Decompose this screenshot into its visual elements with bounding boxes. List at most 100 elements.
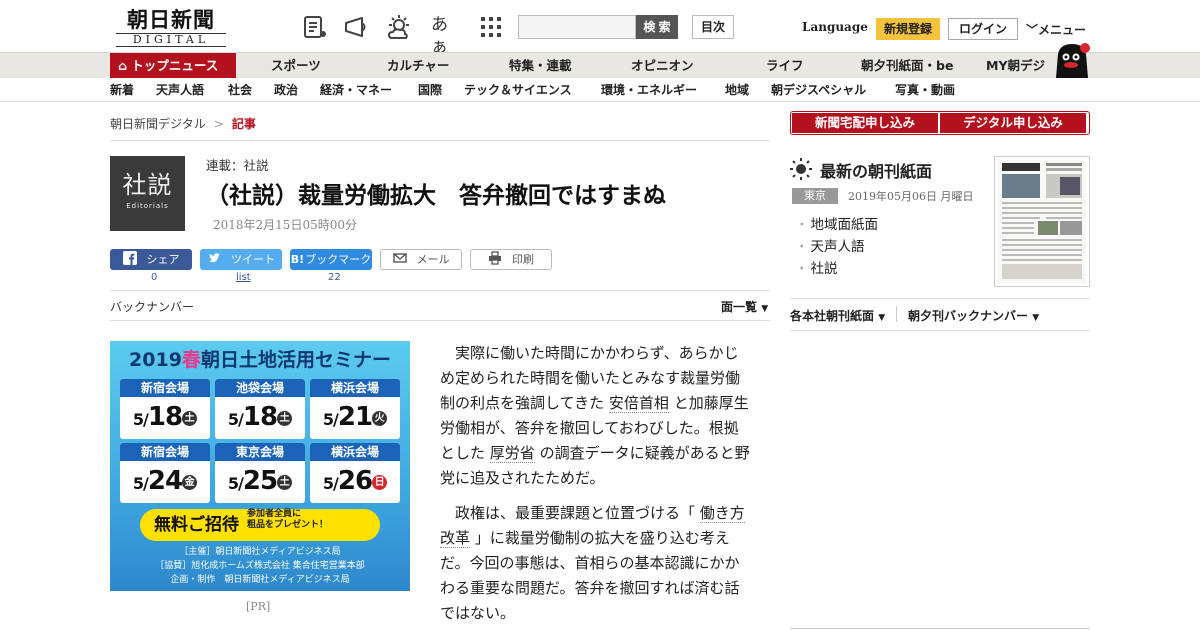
ad-venue-tile: 東京会場 5/25 土 (215, 443, 305, 503)
contents-button[interactable]: 目次 (692, 15, 734, 39)
venue-month: 5 (132, 474, 144, 493)
venue-month: 5 (132, 410, 144, 429)
nav-features[interactable]: 特集・連載 (509, 53, 572, 78)
nav-papers[interactable]: 朝夕刊紙面・be (861, 53, 953, 78)
venue-date: 5/26 日 (310, 461, 400, 503)
hatena-bookmark-button[interactable]: B!ブックマーク (290, 249, 372, 270)
breadcrumb-home[interactable]: 朝日新聞デジタル (110, 117, 206, 131)
nav-society[interactable]: 社会 (228, 78, 252, 102)
venue-date: 5/25 土 (215, 461, 305, 503)
twitter-tweet-button[interactable]: ツイート (200, 249, 282, 270)
venue-weekday: 土 (277, 411, 293, 426)
nav-tech-science[interactable]: テック＆サイエンス (464, 78, 572, 102)
series-label[interactable]: 連載：社説 (206, 155, 269, 174)
nav-special[interactable]: 朝デジスペシャル (771, 78, 866, 102)
nav-my-asadigi[interactable]: MY朝デジ (986, 53, 1045, 78)
article-body: 実際に働いた時間にかかわらず、あらかじめ定められた時間を働いたとみなす裁量労働制… (440, 341, 750, 630)
ad-year: 2019 (129, 349, 182, 371)
twitter-icon (208, 253, 220, 263)
nav-environment[interactable]: 環境・エネルギー (601, 78, 697, 102)
ad-producer: 企画・制作 朝日新聞社メディアビジネス局 (170, 575, 350, 585)
nav-sports[interactable]: スポーツ (271, 53, 321, 78)
menu-button[interactable]: ﹀メニュー (1026, 21, 1086, 38)
chevron-down-icon: ﹀ (1026, 23, 1039, 37)
nav-life[interactable]: ライフ (766, 53, 804, 78)
keyword-link-mhlw[interactable]: 厚労省 (489, 444, 535, 463)
primary-nav: ⌂ トップニュース スポーツ カルチャー 特集・連載 オピニオン ライフ 朝夕刊… (0, 52, 1200, 78)
ad-free-invite: 無料ご招待参加者全員に 粗品をプレゼント！ (140, 509, 380, 541)
mail-button[interactable]: メール (380, 249, 462, 270)
edition-badge: 東京 (792, 188, 838, 204)
mascot-icon (1056, 43, 1090, 78)
caret-down-icon: ▼ (1032, 313, 1040, 323)
twitter-list-link[interactable]: list (236, 272, 251, 283)
venue-day: 24 (147, 466, 183, 496)
weather-icon[interactable] (386, 14, 412, 40)
venue-name: 池袋会場 (215, 379, 305, 397)
divider (110, 140, 770, 141)
divider (790, 298, 1090, 299)
nav-top-news[interactable]: ⌂ トップニュース (110, 53, 236, 78)
nav-latest[interactable]: 新着 (110, 78, 134, 102)
subscribe-digital-button[interactable]: デジタル申し込み (940, 113, 1086, 133)
search-button[interactable]: 検 索 (636, 15, 678, 39)
venue-date: 5/18 土 (120, 397, 210, 439)
subscribe-paper-button[interactable]: 新聞宅配申し込み (792, 113, 938, 133)
newspaper-icon[interactable] (302, 14, 328, 40)
login-button[interactable]: ログイン (948, 18, 1018, 40)
megaphone-icon[interactable] (343, 14, 369, 40)
font-size-icon[interactable]: あぁ (431, 14, 461, 57)
venue-day: 18 (242, 402, 278, 432)
grid-menu-icon[interactable] (478, 14, 504, 40)
nav-tenseijingo[interactable]: 天声人語 (156, 78, 204, 102)
venue-name: 東京会場 (215, 443, 305, 461)
print-button[interactable]: 印刷 (470, 249, 552, 270)
divider (790, 330, 1090, 331)
sidebar-link-region[interactable]: 地域面紙面 (795, 213, 879, 233)
keyword-link-abe[interactable]: 安倍首相 (608, 394, 669, 413)
ad-venue-tile: 横浜会場 5/21 火 (310, 379, 400, 439)
sidebar-link-editorial[interactable]: 社説 (795, 257, 838, 277)
latest-paper-heading[interactable]: 最新の朝刊紙面 (820, 158, 932, 182)
ad-venue-tile: 新宿会場 5/18 土 (120, 379, 210, 439)
ad-venue-tile: 新宿会場 5/24 金 (120, 443, 210, 503)
paper-thumbnail[interactable] (994, 156, 1090, 287)
share-label: シェア (146, 253, 180, 266)
ad-free-label: 無料ご招待 (154, 515, 239, 535)
ad-season: 春 (181, 349, 201, 371)
language-link[interactable]: Language (802, 20, 868, 34)
printer-icon (489, 251, 501, 265)
hatena-count: 22 (328, 272, 341, 283)
divider (110, 320, 770, 321)
paper-backnumber-dropdown[interactable]: 朝夕刊バックナンバー ▼ (908, 307, 1039, 324)
nav-international[interactable]: 国際 (418, 78, 442, 102)
text: 政権は、最重要課題と位置づける「 (455, 504, 696, 522)
nav-opinion[interactable]: オピニオン (631, 53, 694, 78)
search-input[interactable] (518, 15, 636, 39)
pr-label: [PR] (246, 600, 271, 613)
breadcrumb-current: 記事 (231, 117, 256, 131)
seminar-ad-banner[interactable]: 2019春朝日土地活用セミナー 新宿会場 5/18 土池袋会場 5/18 土横浜会場 5/… (110, 341, 410, 591)
article-paragraph: 実際に働いた時間にかかわらず、あらかじめ定められた時間を働いたとみなす裁量労働制… (440, 341, 750, 491)
article-title: （社説）裁量労働拡大 答弁撤回ではすまぬ (206, 183, 666, 209)
article-date: 2018年2月15日05時00分 (213, 218, 357, 232)
nav-photo-video[interactable]: 写真・動画 (895, 78, 955, 102)
signup-button[interactable]: 新規登録 (876, 18, 940, 40)
caret-down-icon: ▼ (761, 304, 769, 314)
nav-region[interactable]: 地域 (725, 78, 749, 102)
divider (790, 628, 1090, 629)
editorial-thumbnail[interactable]: 社説 Editorials (110, 156, 185, 231)
nav-economy[interactable]: 経済・マネー (320, 78, 392, 102)
sidebar-link-tenseijingo[interactable]: 天声人語 (795, 235, 865, 255)
asahi-digital-logo[interactable]: 朝日新聞 DIGITAL (112, 8, 230, 48)
backnumber-label[interactable]: バックナンバー (110, 298, 194, 315)
breadcrumb: 朝日新聞デジタル > 記事 (110, 115, 256, 132)
facebook-share-button[interactable]: シェア (110, 249, 192, 270)
facebook-count: 0 (151, 272, 158, 283)
subscribe-buttons: 新聞宅配申し込み デジタル申し込み (790, 111, 1090, 135)
ad-free-sub2: 粗品をプレゼント！ (247, 520, 329, 530)
nav-culture[interactable]: カルチャー (387, 53, 449, 78)
regional-papers-dropdown[interactable]: 各本社朝刊紙面 ▼ (790, 307, 885, 324)
nav-politics[interactable]: 政治 (274, 78, 298, 102)
page-list-dropdown[interactable]: 面一覧 ▼ (721, 298, 768, 315)
